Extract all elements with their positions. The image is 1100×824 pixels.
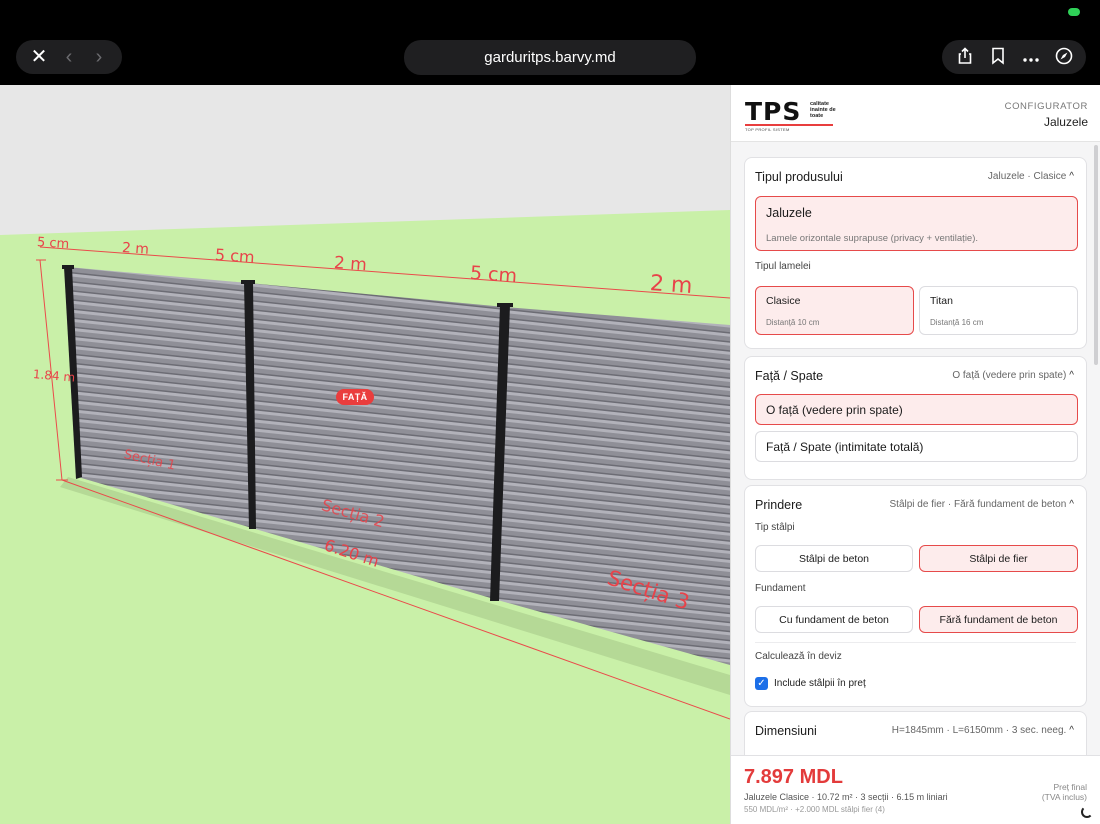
configurator-panel: TPS calitate inainte de toate TOP PROFIL… bbox=[730, 85, 1100, 824]
back-icon[interactable]: ‹ bbox=[57, 47, 81, 67]
option-one-face[interactable]: O față (vedere prin spate) bbox=[755, 394, 1078, 425]
posts-option-iron[interactable]: Stâlpi de fier bbox=[919, 545, 1078, 572]
dim-label-gap-2: 5 cm bbox=[214, 245, 256, 267]
scrollbar[interactable] bbox=[1094, 145, 1098, 365]
dim-label-gap-left: 5 cm bbox=[36, 235, 70, 253]
fence-3d-viewport[interactable]: 5 cm 2 m 5 cm 2 m 5 cm 2 m 1.84 m 6.20 m… bbox=[0, 85, 730, 824]
chevron-up-icon: ^ bbox=[1069, 171, 1074, 182]
configurator-value: Jaluzele bbox=[1043, 115, 1088, 129]
chevron-up-icon: ^ bbox=[1069, 370, 1074, 381]
option-jaluzele[interactable]: Jaluzele Lamele orizontale suprapuse (pr… bbox=[755, 196, 1078, 251]
option-face-back[interactable]: Față / Spate (intimitate totală) bbox=[755, 431, 1078, 462]
slat-option-clasice[interactable]: Clasice Distanță 10 cm bbox=[755, 286, 914, 335]
mounting-summary[interactable]: Stâlpi de fier · Fără fundament de beton… bbox=[890, 499, 1074, 510]
posts-label: Tip stâlpi bbox=[755, 522, 795, 533]
face-back-title: Față / Spate bbox=[755, 369, 824, 383]
slat-option-titan[interactable]: Titan Distanță 16 cm bbox=[919, 286, 1078, 335]
product-type-summary[interactable]: Jaluzele · Clasice ^ bbox=[988, 171, 1074, 182]
fence-scene bbox=[0, 210, 730, 824]
dim-label-width-1: 2 m bbox=[121, 240, 150, 258]
dim-label-gap-3: 5 cm bbox=[469, 262, 518, 288]
face-back-summary[interactable]: O față (vedere prin spate) ^ bbox=[952, 370, 1074, 381]
face-back-card: Față / Spate O față (vedere prin spate) ^… bbox=[744, 356, 1087, 480]
chevron-up-icon: ^ bbox=[1069, 499, 1074, 510]
dim-label-width-2: 2 m bbox=[333, 253, 368, 276]
nav-controls: ✕ ‹ › bbox=[16, 40, 122, 74]
app-root: ✕ ‹ › garduritps.barvy.md 5 cm 2 m 5 cm … bbox=[0, 0, 1100, 824]
loading-spinner-icon bbox=[1081, 806, 1093, 818]
posts-option-concrete[interactable]: Stâlpi de beton bbox=[755, 545, 913, 572]
more-icon[interactable] bbox=[1019, 49, 1043, 66]
compass-icon[interactable] bbox=[1052, 47, 1076, 68]
price-footer: 7.897 MDL Jaluzele Clasice · 10.72 m² · … bbox=[731, 755, 1100, 824]
browser-actions bbox=[942, 40, 1086, 74]
address-bar[interactable]: garduritps.barvy.md bbox=[404, 40, 696, 75]
panel-header: TPS calitate inainte de toate TOP PROFIL… bbox=[731, 85, 1100, 142]
product-type-title: Tipul produsului bbox=[755, 170, 843, 184]
include-posts-label: Include stâlpii în preț bbox=[774, 678, 866, 689]
foundation-option-without[interactable]: Fără fundament de beton bbox=[919, 606, 1078, 633]
foundation-option-with[interactable]: Cu fundament de beton bbox=[755, 606, 913, 633]
price-total: 7.897 MDL bbox=[744, 766, 843, 788]
price-breakdown: 550 MDL/m² · +2.000 MDL stâlpi fier (4) bbox=[744, 805, 885, 814]
tps-logo: TPS calitate inainte de toate TOP PROFIL… bbox=[745, 97, 836, 132]
slat-type-label: Tipul lamelei bbox=[755, 261, 811, 272]
dimensions-summary[interactable]: H=1845mm · L=6150mm · 3 sec. neeg. ^ bbox=[892, 725, 1074, 736]
dimensions-title: Dimensiuni bbox=[755, 724, 817, 738]
foundation-label: Fundament bbox=[755, 583, 806, 594]
configurator-label: CONFIGURATOR bbox=[1004, 101, 1088, 112]
check-icon: ✓ bbox=[755, 677, 768, 690]
mounting-title: Prindere bbox=[755, 498, 803, 512]
price-final-note: Preț final (TVA inclus) bbox=[1041, 782, 1087, 802]
browser-toolbar: ✕ ‹ › garduritps.barvy.md bbox=[0, 0, 1100, 85]
dim-label-width-3: 2 m bbox=[649, 271, 694, 299]
face-badge[interactable]: FAȚĂ bbox=[336, 389, 374, 405]
close-icon[interactable]: ✕ bbox=[27, 47, 51, 67]
product-type-card: Tipul produsului Jaluzele · Clasice ^ Jal… bbox=[744, 157, 1087, 349]
battery-indicator bbox=[1068, 8, 1080, 16]
bookmark-icon[interactable] bbox=[986, 47, 1010, 68]
share-icon[interactable] bbox=[953, 46, 977, 68]
forward-icon[interactable]: › bbox=[87, 47, 111, 67]
calc-label: Calculează în deviz bbox=[755, 651, 842, 662]
mounting-card: Prindere Stâlpi de fier · Fără fundament… bbox=[744, 485, 1087, 707]
divider bbox=[755, 642, 1076, 643]
chevron-up-icon: ^ bbox=[1069, 725, 1074, 736]
price-details: Jaluzele Clasice · 10.72 m² · 3 secții ·… bbox=[744, 792, 948, 802]
include-posts-checkbox[interactable]: ✓ Include stâlpii în preț bbox=[755, 677, 866, 690]
